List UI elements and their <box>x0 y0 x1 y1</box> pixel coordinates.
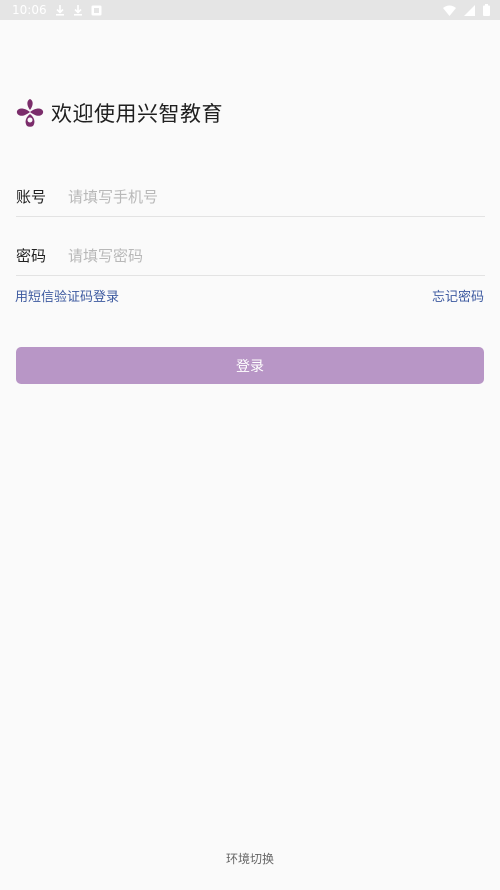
app-notification-icon <box>91 5 102 16</box>
status-time: 10:06 <box>12 3 47 17</box>
forgot-password-link[interactable]: 忘记密码 <box>432 286 484 305</box>
password-input[interactable] <box>68 246 485 265</box>
phone-input[interactable] <box>68 187 485 206</box>
download-icon <box>73 4 83 16</box>
status-bar: 10:06 <box>0 0 500 20</box>
download-icon <box>55 4 65 16</box>
wifi-icon <box>443 5 456 16</box>
status-bar-left: 10:06 <box>12 3 102 17</box>
account-field-row: 账号 <box>16 177 485 217</box>
account-label: 账号 <box>16 188 47 206</box>
password-field-row: 密码 <box>16 236 485 276</box>
welcome-header: 欢迎使用兴智教育 <box>15 98 223 128</box>
environment-switch-link[interactable]: 环境切换 <box>0 850 500 867</box>
xingzhi-logo-icon <box>15 98 45 128</box>
signal-icon <box>464 4 475 16</box>
login-button[interactable]: 登录 <box>16 347 484 384</box>
sms-login-link[interactable]: 用短信验证码登录 <box>15 286 119 305</box>
password-label: 密码 <box>16 247 47 265</box>
page-title: 欢迎使用兴智教育 <box>51 102 223 126</box>
battery-icon <box>483 4 490 16</box>
status-bar-right <box>443 4 490 16</box>
